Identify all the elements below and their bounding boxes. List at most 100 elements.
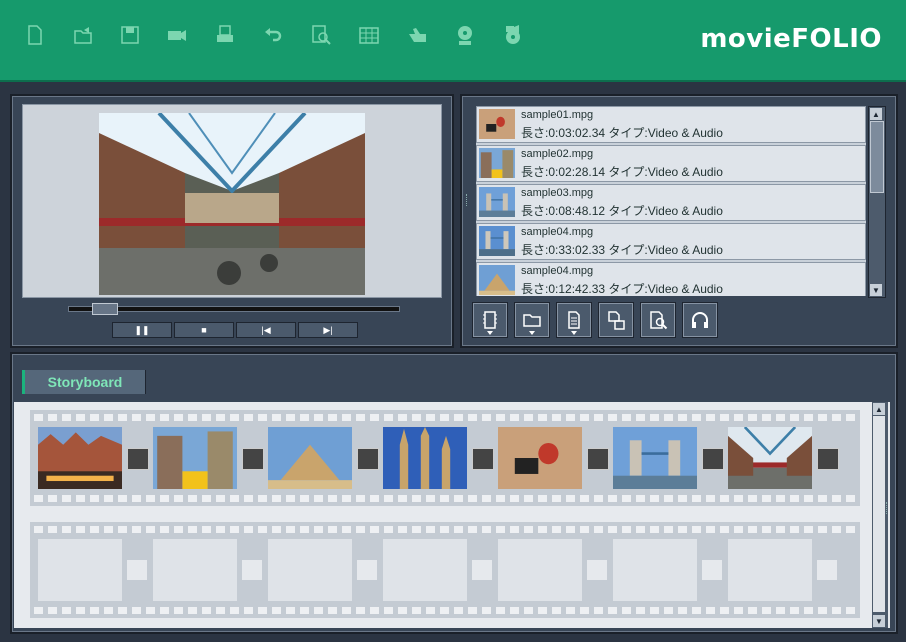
audio-button[interactable] xyxy=(682,302,718,338)
storyboard-frame[interactable] xyxy=(153,427,237,489)
storyboard-frame[interactable] xyxy=(498,427,582,489)
file-list-toolbar xyxy=(472,302,718,338)
file-name: sample04.mpg xyxy=(521,226,594,238)
pause-button[interactable]: ❚❚ xyxy=(112,322,172,338)
scroll-thumb[interactable] xyxy=(870,121,884,193)
empty-frame-slot[interactable] xyxy=(613,539,697,601)
storyboard-frame[interactable] xyxy=(38,427,122,489)
previous-button[interactable]: |◀ xyxy=(236,322,296,338)
open-file-icon[interactable] xyxy=(68,20,98,50)
transition-icon[interactable] xyxy=(472,448,494,470)
new-file-icon[interactable] xyxy=(20,20,50,50)
pointer-hand-icon[interactable] xyxy=(402,20,432,50)
storyboard-scrollbar[interactable]: ▲ ▼ xyxy=(872,402,888,628)
seek-bar[interactable] xyxy=(68,303,400,315)
file-list-item[interactable]: sample01.mpg 長さ:0:03:02.34 タイプ:Video & Au… xyxy=(476,106,866,143)
top-toolbar: movieFOLIO xyxy=(0,0,906,82)
next-button[interactable]: ▶| xyxy=(298,322,358,338)
video-camera-icon[interactable] xyxy=(162,20,192,50)
file-list-item[interactable]: sample02.mpg 長さ:0:02:28.14 タイプ:Video & Au… xyxy=(476,145,866,182)
file-meta: 長さ:0:12:42.33 タイプ:Video & Audio xyxy=(521,282,723,296)
transition-icon[interactable] xyxy=(242,448,264,470)
print-icon[interactable] xyxy=(210,20,240,50)
transition-icon[interactable] xyxy=(357,448,379,470)
storyboard-area: ▲ ▼ xyxy=(14,402,890,628)
empty-frame-slot[interactable] xyxy=(153,539,237,601)
empty-frame-slot[interactable] xyxy=(38,539,122,601)
scroll-thumb[interactable] xyxy=(873,416,885,612)
scroll-up-icon[interactable]: ▲ xyxy=(870,108,882,120)
dropdown-caret-icon xyxy=(487,331,493,335)
file-list-scrollbar[interactable]: ▲ ▼ xyxy=(868,106,886,298)
transition-icon[interactable] xyxy=(127,448,149,470)
transition-icon[interactable] xyxy=(587,448,609,470)
file-name: sample04.mpg xyxy=(521,265,594,277)
file-meta: 長さ:0:08:48.12 タイプ:Video & Audio xyxy=(521,204,723,218)
video-frame xyxy=(99,113,365,295)
empty-frame-slot[interactable] xyxy=(498,539,582,601)
save-icon[interactable] xyxy=(115,20,145,50)
file-thumbnail xyxy=(479,226,515,256)
preview-icon[interactable] xyxy=(306,20,336,50)
file-meta: 長さ:0:03:02.34 タイプ:Video & Audio xyxy=(521,126,723,140)
tab-storyboard[interactable]: Storyboard xyxy=(22,370,146,394)
headphones-icon xyxy=(692,312,708,328)
empty-transition-slot[interactable] xyxy=(702,560,722,580)
file-name: sample01.mpg xyxy=(521,109,594,121)
file-list-item[interactable]: sample03.mpg 長さ:0:08:48.12 タイプ:Video & Au… xyxy=(476,184,866,221)
storyboard-panel: Storyboard ▲ ▼ xyxy=(10,352,898,634)
dvd-icon[interactable] xyxy=(450,20,480,50)
file-name: sample03.mpg xyxy=(521,187,594,199)
undo-icon[interactable] xyxy=(258,20,288,50)
transition-icon[interactable] xyxy=(817,448,839,470)
filmstrip-filled xyxy=(30,410,860,506)
folder-icon xyxy=(523,314,541,327)
file-thumbnail xyxy=(479,109,515,139)
video-player-panel: ❚❚ ■ |◀ ▶| xyxy=(10,94,454,348)
empty-transition-slot[interactable] xyxy=(817,560,837,580)
storyboard-frame[interactable] xyxy=(268,427,352,489)
empty-transition-slot[interactable] xyxy=(357,560,377,580)
storyboard-frame[interactable] xyxy=(613,427,697,489)
storyboard-frame[interactable] xyxy=(728,427,812,489)
save-document-icon xyxy=(608,311,625,330)
file-thumbnail xyxy=(479,265,515,295)
resize-grip[interactable] xyxy=(466,194,469,206)
resize-grip[interactable] xyxy=(886,502,889,514)
add-folder-button[interactable] xyxy=(514,302,550,338)
empty-frame-slot[interactable] xyxy=(383,539,467,601)
file-meta: 長さ:0:02:28.14 タイプ:Video & Audio xyxy=(521,165,723,179)
file-meta: 長さ:0:33:02.33 タイプ:Video & Audio xyxy=(521,243,723,257)
scroll-up-icon[interactable]: ▲ xyxy=(873,403,885,415)
transition-icon[interactable] xyxy=(702,448,724,470)
scroll-down-icon[interactable]: ▼ xyxy=(873,615,885,627)
empty-transition-slot[interactable] xyxy=(127,560,147,580)
scroll-down-icon[interactable]: ▼ xyxy=(870,284,882,296)
empty-frame-slot[interactable] xyxy=(268,539,352,601)
calendar-grid-icon[interactable] xyxy=(354,20,384,50)
file-list-item[interactable]: sample04.mpg 長さ:0:33:02.33 タイプ:Video & Au… xyxy=(476,223,866,260)
file-list-item[interactable]: sample04.mpg 長さ:0:12:42.33 タイプ:Video & Au… xyxy=(476,262,866,296)
seek-thumb[interactable] xyxy=(92,303,119,315)
disc-camera-icon[interactable] xyxy=(498,20,528,50)
document-button[interactable] xyxy=(556,302,592,338)
film-icon xyxy=(483,311,497,329)
file-thumbnail xyxy=(479,148,515,178)
empty-transition-slot[interactable] xyxy=(242,560,262,580)
file-list: sample01.mpg 長さ:0:03:02.34 タイプ:Video & Au… xyxy=(476,106,866,296)
app-logo: movieFOLIO xyxy=(700,24,882,54)
empty-frame-slot[interactable] xyxy=(728,539,812,601)
dropdown-caret-icon xyxy=(571,331,577,335)
filmstrip-empty xyxy=(30,522,860,618)
empty-transition-slot[interactable] xyxy=(587,560,607,580)
document-icon xyxy=(568,311,580,329)
add-video-button[interactable] xyxy=(472,302,508,338)
file-list-panel: sample01.mpg 長さ:0:03:02.34 タイプ:Video & Au… xyxy=(460,94,898,348)
stop-button[interactable]: ■ xyxy=(174,322,234,338)
search-button[interactable] xyxy=(640,302,676,338)
file-thumbnail xyxy=(479,187,515,217)
empty-transition-slot[interactable] xyxy=(472,560,492,580)
storyboard-frame[interactable] xyxy=(383,427,467,489)
save-list-button[interactable] xyxy=(598,302,634,338)
transport-controls: ❚❚ ■ |◀ ▶| xyxy=(112,322,358,338)
